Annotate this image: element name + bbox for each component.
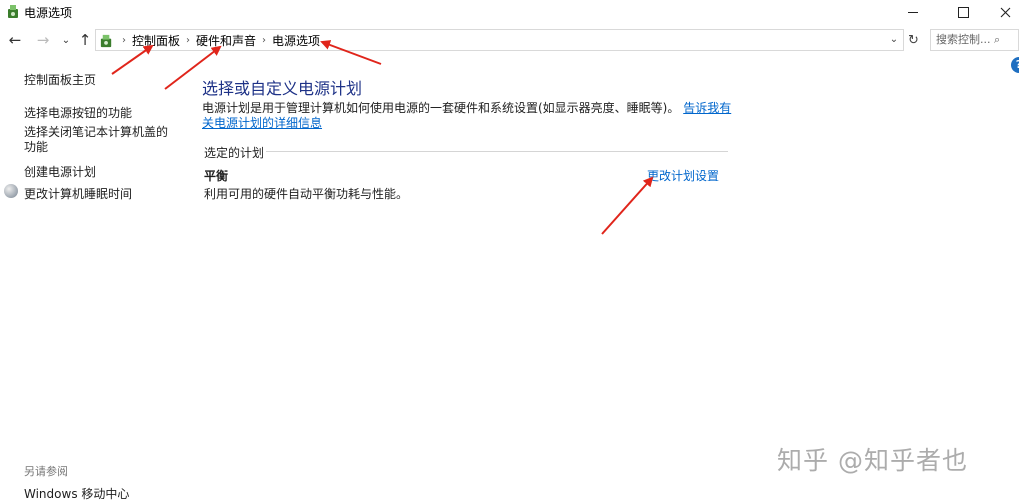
close-icon [1000,7,1010,17]
description-text: 电源计划是用于管理计算机如何使用电源的一套硬件和系统设置(如显示器亮度、睡眠等)… [202,101,680,115]
plan-name: 平衡 [204,169,229,183]
window-title: 电源选项 [24,6,73,20]
chevron-down-icon: ⌄ [889,34,899,45]
recent-locations-button[interactable]: ⌄ [57,31,75,49]
sidebar-item-power-button[interactable]: 选择电源按钮的功能 [24,104,132,121]
close-button[interactable] [982,0,1019,24]
refresh-button[interactable]: ↻ [905,32,922,49]
see-also-heading: 另请参阅 [24,465,68,478]
section-divider [266,151,728,152]
breadcrumb-separator-icon: › [122,34,126,46]
help-button[interactable]: ? [1011,57,1019,73]
back-arrow-icon: ← [8,31,22,49]
plan-description-text: 电源计划是用于管理计算机如何使用电源的一套硬件和系统设置(如显示器亮度、睡眠等)… [202,101,732,131]
maximize-icon [957,6,969,18]
annotation-arrows [111,40,654,235]
back-button[interactable]: ← [6,31,24,49]
sidebar-control-panel-home[interactable]: 控制面板主页 [24,71,96,88]
breadcrumb-power-options[interactable]: 电源选项 [272,32,320,49]
address-bar[interactable]: › 控制面板 › 硬件和声音 › 电源选项 ⌄ [95,29,904,51]
breadcrumb: › 控制面板 › 硬件和声音 › 电源选项 [116,30,320,50]
refresh-icon: ↻ [908,33,919,48]
sleep-moon-icon [4,184,18,198]
plan-detail: 利用可用的硬件自动平衡功耗与性能。 [204,187,409,201]
forward-button[interactable]: → [34,31,52,49]
up-arrow-icon: ↑ [78,31,92,49]
title-bar: 电源选项 [0,0,1019,24]
sidebar-item-lid-close[interactable]: 选择关闭笔记本计算机盖的功能 [24,125,174,155]
control-panel-icon [100,34,112,48]
maximize-button[interactable] [940,0,986,24]
forward-arrow-icon: → [36,31,50,49]
minimize-button[interactable] [890,0,936,24]
sidebar-item-create-plan[interactable]: 创建电源计划 [24,163,96,180]
selected-plan-heading: 选定的计划 [204,146,265,160]
power-options-icon [8,5,18,18]
up-button[interactable]: ↑ [76,31,94,49]
minimize-icon [908,11,918,13]
windows-mobility-center-link[interactable]: Windows 移动中心 [24,485,129,502]
chevron-down-icon: ⌄ [61,34,71,46]
address-dropdown-button[interactable]: ⌄ [887,33,901,47]
search-input[interactable]: 搜索控制... ⌕ [930,29,1019,51]
annotation-arrow [601,176,654,235]
page-title: 选择或自定义电源计划 [202,79,363,98]
breadcrumb-control-panel[interactable]: 控制面板 [132,32,180,49]
change-plan-settings-link[interactable]: 更改计划设置 [647,167,719,184]
sidebar-item-sleep-time[interactable]: 更改计算机睡眠时间 [24,185,132,202]
watermark: 知乎 @知乎者也 [777,446,968,475]
navigation-bar: ← → ⌄ ↑ › 控制面板 › 硬件和声音 › 电源选项 ⌄ ↻ 搜索控制..… [0,28,1019,52]
breadcrumb-hardware-sound[interactable]: 硬件和声音 [196,32,256,49]
breadcrumb-separator-icon: › [186,34,191,46]
breadcrumb-separator-icon: › [262,34,267,46]
